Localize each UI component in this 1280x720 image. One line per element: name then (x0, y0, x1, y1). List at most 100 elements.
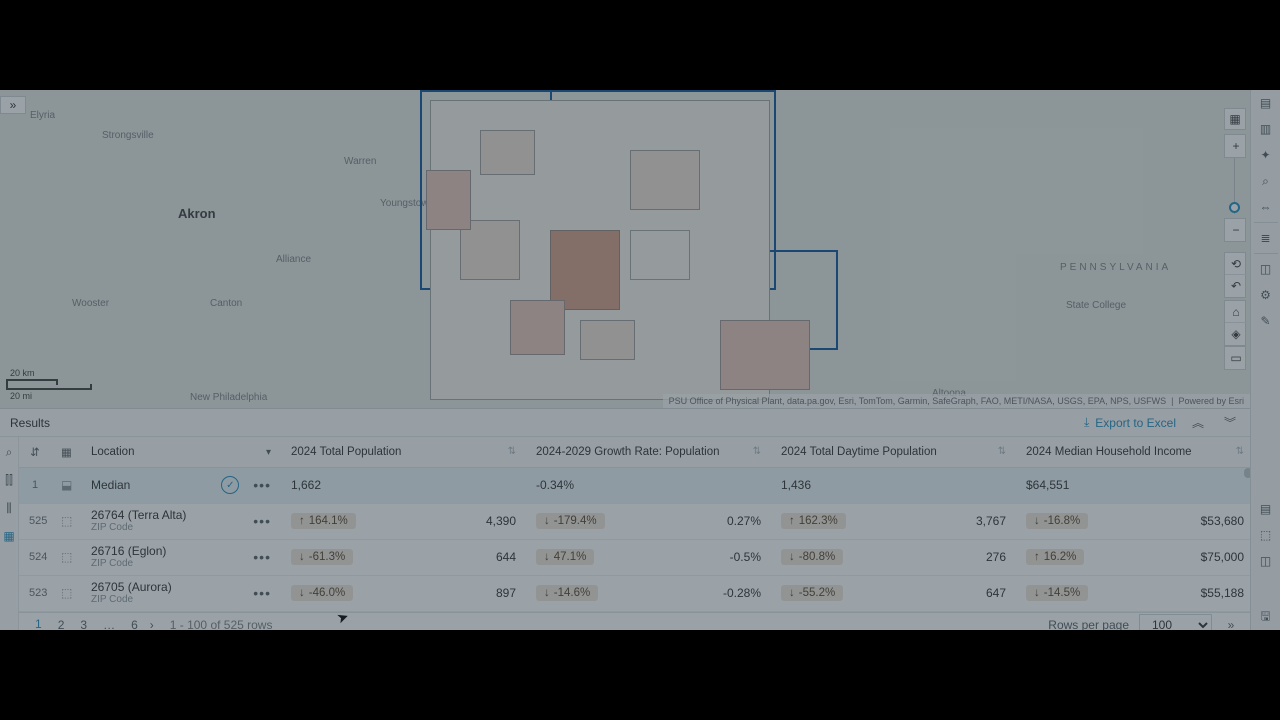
rows-per-page-label: Rows per page (1048, 618, 1129, 630)
column-hierarchy-icon[interactable]: ⇵ (19, 437, 51, 467)
column-type-icon[interactable]: ▦ (51, 437, 81, 467)
edit-icon[interactable]: ✎ (1251, 308, 1280, 334)
results-layers-icon[interactable]: ▤ (1251, 496, 1280, 522)
row-index: 525 (19, 503, 51, 539)
cell-location: 26705 (Aurora)ZIP Code••• (81, 575, 281, 611)
cell-daytime-pop: -80.8%276 (771, 539, 1016, 575)
column-location[interactable]: Location▾ (81, 437, 281, 467)
choropleth-layer (420, 90, 860, 408)
map-place-label: Akron (178, 206, 216, 221)
chart-tool-icon[interactable]: ✦ (1251, 142, 1280, 168)
cell-income: 16.2%$75,000 (1016, 539, 1250, 575)
map-place-label: Warren (344, 156, 376, 167)
measure-icon[interactable]: ⇔ (1251, 194, 1280, 220)
results-table: ⇵ ▦ Location▾ 2024 Total Population 2024… (19, 437, 1250, 612)
table-row[interactable]: 1⬓Median✓•••1,662-0.34%1,436$64,551 (19, 467, 1250, 503)
page-links: 123 … 6 (33, 613, 140, 630)
results-settings-icon[interactable]: ◫ (1251, 548, 1280, 574)
column-daytime-population[interactable]: 2024 Total Daytime Population (771, 437, 1016, 467)
row-index: 524 (19, 539, 51, 575)
map-place-label: PENNSYLVANIA (1060, 262, 1171, 273)
zoom-out-button[interactable]: − (1225, 219, 1247, 241)
map-place-label: New Philadelphia (190, 392, 267, 403)
expand-down-button[interactable]: ︾ (1220, 413, 1240, 433)
results-save-icon[interactable]: 🖫 (1251, 604, 1280, 630)
basemap-gallery-button[interactable]: ▦ (1224, 108, 1246, 130)
collapse-right-button[interactable]: » (1222, 618, 1240, 630)
map-canvas[interactable]: » ElyriaStrongsvilleWarrenAkronYoungstow… (0, 90, 1250, 408)
row-index: 523 (19, 575, 51, 611)
row-actions-button[interactable]: ••• (253, 477, 271, 493)
table-row[interactable]: 524⬚26716 (Eglon)ZIP Code•••-61.3%64447.… (19, 539, 1250, 575)
map-place-label: Alliance (276, 254, 311, 265)
table-row[interactable]: 525⬚26764 (Terra Alta)ZIP Code•••164.1%4… (19, 503, 1250, 539)
page-link[interactable]: 2 (56, 614, 67, 630)
results-panel: Results ⤓ Export to Excel ︽ ︾ ⌕ ⫿⫿ ⫼ ▦ (0, 408, 1250, 630)
table-scrollbar[interactable] (1244, 468, 1250, 630)
previous-extent-button[interactable]: ↶ (1225, 275, 1247, 297)
cell-location: Median✓••• (81, 467, 281, 503)
row-actions-button[interactable]: ••• (253, 585, 271, 601)
page-link[interactable]: 6 (129, 614, 140, 630)
cell-location: 26764 (Terra Alta)ZIP Code••• (81, 503, 281, 539)
bookmark-button[interactable]: ⌂ (1225, 301, 1247, 323)
legend-icon[interactable]: ▥ (1251, 116, 1280, 142)
zoom-slider-handle[interactable] (1229, 202, 1240, 213)
cell-location: 26716 (Eglon)ZIP Code••• (81, 539, 281, 575)
map-location-tools: ⌂ ◈ (1224, 300, 1246, 346)
page-link[interactable]: 3 (78, 614, 89, 630)
right-toolbar: ▤ ▥ ✦ ⌕ ⇔ ≣ ◫ ⚙ ✎ ▤ ⬚ ◫ 🖫 (1250, 90, 1280, 630)
results-table-wrap: ⇵ ▦ Location▾ 2024 Total Population 2024… (19, 437, 1250, 630)
tab-magnify-icon[interactable]: ⌕ (0, 443, 18, 461)
collapse-up-button[interactable]: ︽ (1188, 413, 1208, 433)
cell-population: -46.0%897 (281, 575, 526, 611)
fullscreen-button[interactable]: ▭ (1225, 347, 1247, 369)
cell-daytime-pop: 162.3%3,767 (771, 503, 1016, 539)
table-scroll-thumb[interactable] (1244, 468, 1250, 478)
map-place-label: Elyria (30, 110, 55, 121)
map-place-label: State College (1066, 300, 1126, 311)
check-circle-icon: ✓ (221, 476, 239, 494)
table-row[interactable]: 523⬚26705 (Aurora)ZIP Code•••-46.0%897-1… (19, 575, 1250, 611)
row-type-icon: ⬓ (51, 467, 81, 503)
search-icon[interactable]: ⌕ (1251, 168, 1280, 194)
list-tool-icon[interactable]: ≣ (1251, 225, 1280, 251)
rows-per-page-select[interactable]: 100 (1139, 614, 1212, 630)
next-page-button[interactable]: › (150, 618, 154, 630)
page-link[interactable]: 1 (33, 613, 44, 630)
results-view-tabs: ⌕ ⫿⫿ ⫼ ▦ (0, 437, 19, 630)
tab-bar-icon[interactable]: ⫼ (0, 499, 18, 517)
results-chart-icon[interactable]: ⬚ (1251, 522, 1280, 548)
map-place-label: Strongsville (102, 130, 154, 141)
column-median-income[interactable]: 2024 Median Household Income (1016, 437, 1250, 467)
results-header: Results ⤓ Export to Excel ︽ ︾ (0, 409, 1250, 437)
column-total-population[interactable]: 2024 Total Population (281, 437, 526, 467)
page-link[interactable]: … (101, 614, 117, 630)
expand-panel-button[interactable]: » (0, 96, 26, 114)
tab-chart-icon[interactable]: ⫿⫿ (0, 471, 18, 489)
cell-growth: -0.34% (526, 467, 771, 503)
download-icon: ⤓ (1084, 415, 1089, 430)
map-nav-tools: ⟲ ↶ (1224, 252, 1246, 298)
row-type-icon: ⬚ (51, 575, 81, 611)
analysis-icon[interactable]: ◫ (1251, 256, 1280, 282)
filter-icon[interactable]: ⚙ (1251, 282, 1280, 308)
row-actions-button[interactable]: ••• (253, 549, 271, 565)
zoom-in-button[interactable]: + (1225, 135, 1247, 157)
row-type-icon: ⬚ (51, 503, 81, 539)
cell-population: 164.1%4,390 (281, 503, 526, 539)
map-place-label: Canton (210, 298, 242, 309)
cell-population: 1,662 (281, 467, 526, 503)
cell-population: -61.3%644 (281, 539, 526, 575)
cell-income: -16.8%$53,680 (1016, 503, 1250, 539)
export-to-excel-link[interactable]: ⤓ Export to Excel (1084, 415, 1176, 430)
row-range-info: 1 - 100 of 525 rows (170, 618, 273, 630)
layers-icon[interactable]: ▤ (1251, 90, 1280, 116)
tab-table-icon[interactable]: ▦ (0, 527, 18, 545)
row-type-icon: ⬚ (51, 539, 81, 575)
column-growth-rate[interactable]: 2024-2029 Growth Rate: Population (526, 437, 771, 467)
row-actions-button[interactable]: ••• (253, 513, 271, 529)
locate-button[interactable]: ◈ (1225, 323, 1247, 345)
home-extent-button[interactable]: ⟲ (1225, 253, 1247, 275)
cell-growth: -14.6%-0.28% (526, 575, 771, 611)
